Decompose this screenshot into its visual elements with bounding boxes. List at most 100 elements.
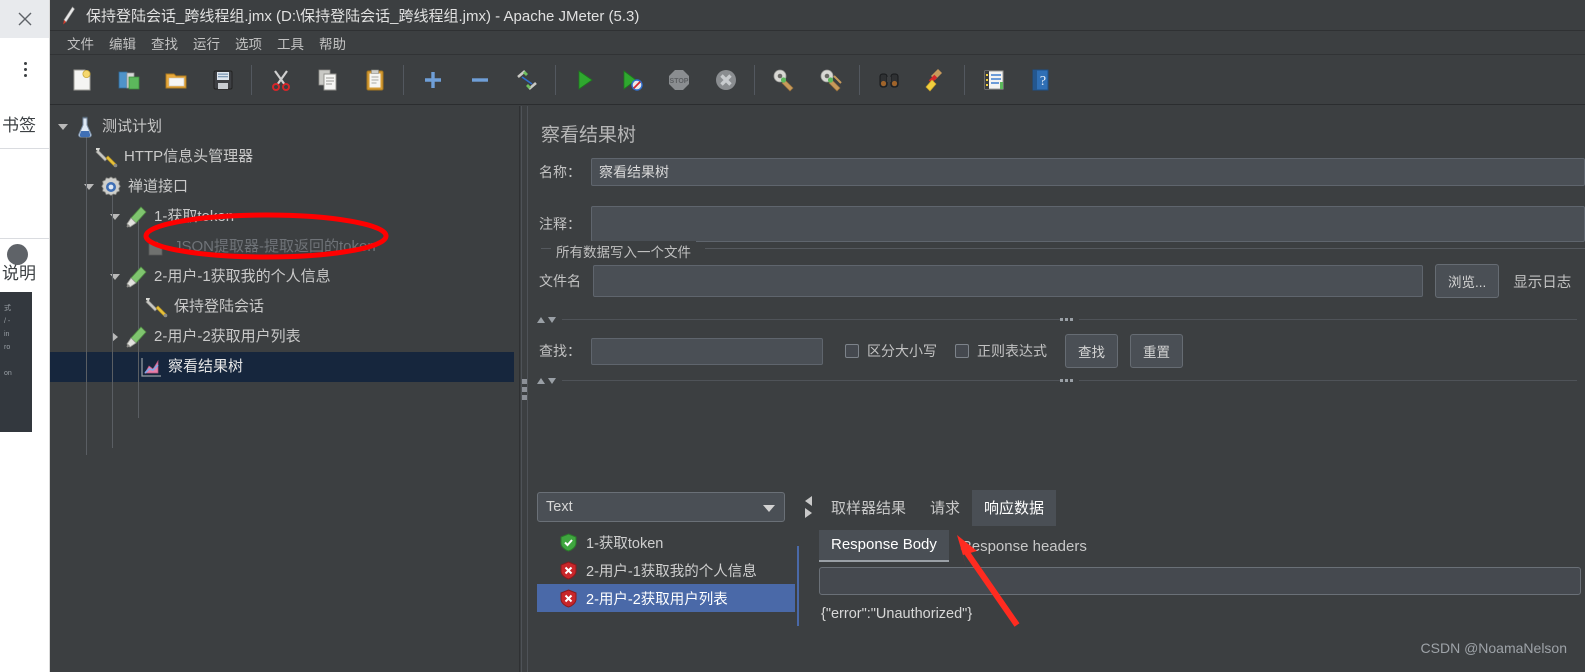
http-sampler-icon xyxy=(124,264,150,290)
tree-node-test-plan[interactable]: 测试计划 xyxy=(50,112,519,142)
subtab-response-headers[interactable]: Response headers xyxy=(949,532,1099,562)
scissors-icon[interactable] xyxy=(257,59,304,101)
response-search-input[interactable] xyxy=(819,567,1581,595)
filename-input[interactable] xyxy=(593,265,1423,297)
toolbar-separator-5 xyxy=(859,65,860,95)
tree-guide-line-1 xyxy=(86,130,87,455)
tab-scroll-arrows[interactable] xyxy=(805,496,817,518)
regex-label[interactable]: 正则表达式 xyxy=(977,341,1047,361)
new-document-icon[interactable] xyxy=(58,59,105,101)
error-shield-icon xyxy=(559,589,578,608)
tab-response-data[interactable]: 响应数据 xyxy=(972,490,1056,526)
tree-node-label: 1-获取token xyxy=(154,202,234,232)
tab-request[interactable]: 请求 xyxy=(918,490,972,526)
tree-node-label: 测试计划 xyxy=(102,112,162,142)
case-sensitive-label[interactable]: 区分大小写 xyxy=(867,341,937,361)
svg-text:?: ? xyxy=(1039,74,1045,89)
bookmark-label[interactable]: 书签 xyxy=(0,108,50,138)
comment-input[interactable] xyxy=(591,206,1585,242)
brush-icon[interactable] xyxy=(912,59,959,101)
stop-sign-icon[interactable]: STOP xyxy=(655,59,702,101)
collapse-arrows-icon[interactable] xyxy=(537,317,556,323)
explain-label[interactable]: 说明 xyxy=(0,258,50,284)
tree-node-get-my-info[interactable]: 2-用户-1获取我的个人信息 xyxy=(50,262,519,292)
browse-button[interactable]: 浏览... xyxy=(1435,264,1499,298)
menu-search[interactable]: 查找 xyxy=(144,31,185,55)
toolbar-separator-6 xyxy=(964,65,965,95)
menu-file[interactable]: 文件 xyxy=(60,31,101,55)
header-manager-icon xyxy=(94,144,120,170)
minus-icon[interactable] xyxy=(456,59,503,101)
splitter-grip-icon[interactable] xyxy=(522,379,527,400)
green-play-icon[interactable] xyxy=(561,59,608,101)
filename-row: 文件名 浏览... 显示日志 xyxy=(539,264,1571,298)
tree-node-json-extractor[interactable]: JSON提取器-提取返回的token xyxy=(50,232,519,262)
subtab-response-body[interactable]: Response Body xyxy=(819,530,949,562)
name-input[interactable] xyxy=(591,158,1585,186)
http-sampler-icon xyxy=(124,204,150,230)
copy-icon[interactable] xyxy=(304,59,351,101)
divider-grip-icon[interactable] xyxy=(1060,318,1073,321)
tree-node-view-results-tree[interactable]: 察看结果树 xyxy=(50,352,514,382)
result-item-get-my-info[interactable]: 2-用户-1获取我的个人信息 xyxy=(537,556,795,584)
render-format-select[interactable]: Text xyxy=(537,492,785,522)
strip-divider-2 xyxy=(0,238,50,239)
menu-edit[interactable]: 编辑 xyxy=(102,31,143,55)
open-folder-icon[interactable] xyxy=(152,59,199,101)
tree-node-keep-session[interactable]: 保持登陆会话 xyxy=(50,292,519,322)
menu-tools[interactable]: 工具 xyxy=(270,31,311,55)
result-item-get-user-list[interactable]: 2-用户-2获取用户列表 xyxy=(537,584,795,612)
save-floppy-icon[interactable] xyxy=(199,59,246,101)
main-split: 测试计划 HTTP信息头管理器 xyxy=(50,106,1585,672)
regex-checkbox[interactable] xyxy=(955,344,969,358)
test-plan-tree[interactable]: 测试计划 HTTP信息头管理器 xyxy=(50,106,520,672)
menu-options[interactable]: 选项 xyxy=(228,31,269,55)
chevron-down-icon[interactable] xyxy=(106,202,124,232)
tree-node-get-token[interactable]: 1-获取token xyxy=(50,202,519,232)
collapse-bar-1[interactable] xyxy=(537,313,1577,326)
find-input[interactable] xyxy=(591,338,823,365)
divider-grip-icon[interactable] xyxy=(1060,379,1073,382)
chevron-down-icon[interactable] xyxy=(763,505,775,512)
binoculars-icon[interactable] xyxy=(865,59,912,101)
collapse-arrows-icon[interactable] xyxy=(537,378,556,384)
screenshot-root: 书签 说明 式/ -inro on 保持登陆会话_跨线程组.jmx (D:\保持… xyxy=(0,0,1585,672)
find-button[interactable]: 查找 xyxy=(1065,334,1118,368)
chevron-left-icon[interactable] xyxy=(805,496,812,506)
toolbar-separator-1 xyxy=(251,65,252,95)
chevron-down-icon[interactable] xyxy=(106,262,124,292)
toolbar-separator-3 xyxy=(555,65,556,95)
chevron-down-icon[interactable] xyxy=(54,112,72,142)
menu-run[interactable]: 运行 xyxy=(186,31,227,55)
reset-button[interactable]: 重置 xyxy=(1130,334,1183,368)
pane-splitter[interactable] xyxy=(520,106,529,672)
log-list-icon[interactable] xyxy=(970,59,1017,101)
chevron-right-icon[interactable] xyxy=(805,508,812,518)
show-log-label[interactable]: 显示日志 xyxy=(1513,271,1571,292)
toggle-icon[interactable] xyxy=(503,59,550,101)
tree-node-header-manager[interactable]: HTTP信息头管理器 xyxy=(50,142,519,172)
clear-broom-icon[interactable] xyxy=(760,59,807,101)
kebab-menu-icon[interactable] xyxy=(0,52,50,86)
result-item-get-token[interactable]: 1-获取token xyxy=(537,528,795,556)
tree-node-thread-group[interactable]: 禅道接口 xyxy=(50,172,519,202)
shutdown-x-icon[interactable] xyxy=(702,59,749,101)
collapse-bar-2[interactable] xyxy=(537,374,1577,387)
case-sensitive-checkbox[interactable] xyxy=(845,344,859,358)
help-book-icon[interactable]: ? xyxy=(1017,59,1064,101)
divider-line xyxy=(562,319,1060,320)
chevron-down-icon[interactable] xyxy=(80,172,98,202)
green-play-no-timer-icon[interactable] xyxy=(608,59,655,101)
templates-icon[interactable] xyxy=(105,59,152,101)
close-icon[interactable] xyxy=(0,0,50,38)
tree-node-get-user-list[interactable]: 2-用户-2获取用户列表 xyxy=(50,322,519,352)
chevron-right-icon[interactable] xyxy=(106,322,124,352)
clipboard-paste-icon[interactable] xyxy=(351,59,398,101)
group-line-left xyxy=(541,248,551,249)
menu-help[interactable]: 帮助 xyxy=(312,31,353,55)
plus-icon[interactable] xyxy=(409,59,456,101)
results-list[interactable]: 1-获取token 2-用户-1获取我的个人信息 xyxy=(537,528,795,612)
clear-all-broom-icon[interactable] xyxy=(807,59,854,101)
tab-sampler-result[interactable]: 取样器结果 xyxy=(819,490,918,526)
tree-node-label: JSON提取器-提取返回的token xyxy=(174,232,376,262)
